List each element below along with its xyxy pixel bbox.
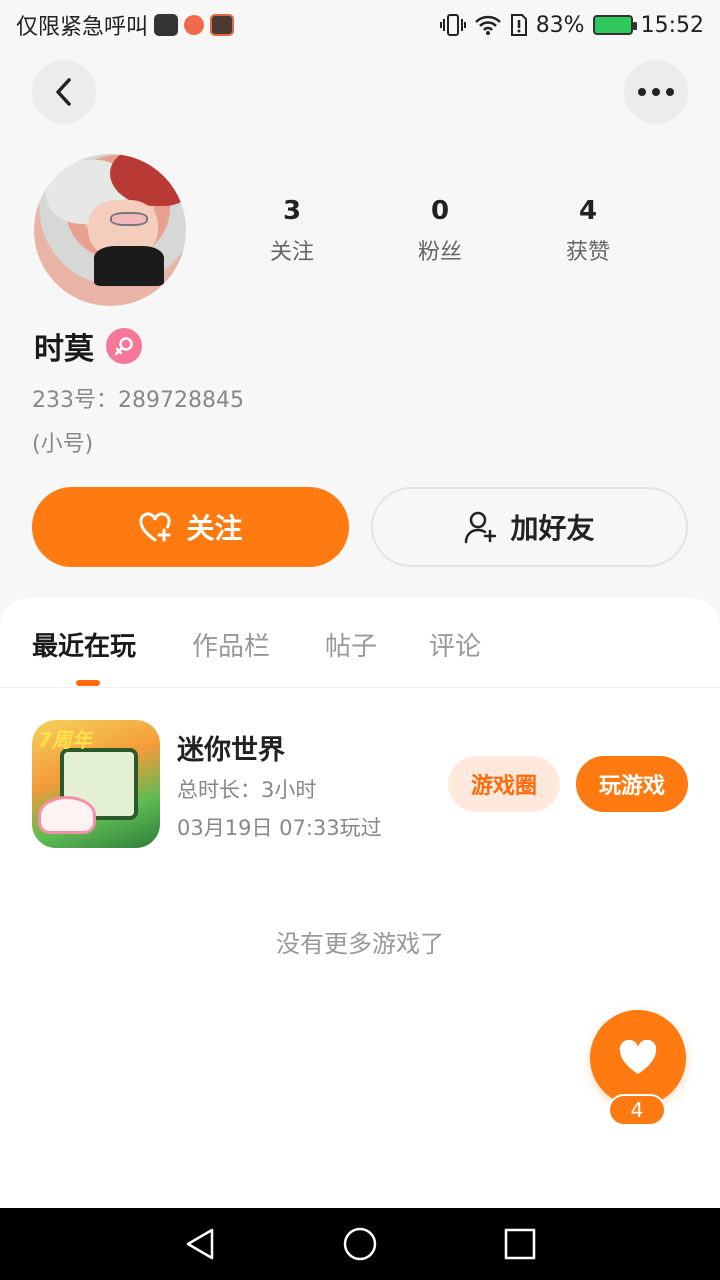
sim-alert-icon	[510, 13, 528, 37]
vibrate-icon	[439, 13, 466, 37]
stat-likes-value: 4	[578, 196, 598, 226]
chevron-left-icon	[56, 78, 71, 106]
stat-fans[interactable]: 0 粉丝	[380, 196, 500, 266]
carrier-text: 仅限紧急呼叫	[16, 15, 149, 40]
account-tag: (小号)	[32, 432, 94, 457]
battery-icon	[592, 15, 637, 35]
name-row: 时莫	[34, 324, 142, 368]
battery-percent: 83%	[535, 12, 585, 38]
clock: 15:52	[640, 12, 704, 38]
game-duration: 总时长：3小时	[177, 778, 317, 802]
tab-bar: 最近在玩 作品栏 帖子 评论	[0, 598, 720, 688]
add-user-icon	[465, 511, 497, 544]
wifi-icon	[474, 14, 502, 36]
stat-likes-label: 获赞	[565, 240, 610, 265]
stat-following-value: 3	[282, 196, 302, 226]
back-button[interactable]	[32, 60, 96, 124]
play-game-button[interactable]: 玩游戏	[576, 756, 688, 812]
more-dots-icon	[638, 88, 674, 96]
more-options-button[interactable]	[624, 60, 688, 124]
nav-recent-apps-icon[interactable]	[502, 1226, 538, 1262]
game-controller-icon	[154, 14, 179, 36]
game-icon[interactable]: 7周年	[32, 720, 160, 848]
game-circle-button[interactable]: 游戏圈	[448, 756, 560, 812]
stat-following[interactable]: 3 关注	[232, 196, 352, 266]
heart-plus-icon	[139, 512, 171, 542]
add-friend-button[interactable]: 加好友	[371, 487, 688, 567]
like-count-badge: 4	[608, 1094, 666, 1126]
system-nav-bar	[0, 1208, 720, 1280]
female-gender-icon	[106, 328, 142, 364]
add-friend-button-label: 加好友	[510, 512, 595, 545]
screen-record-icon	[210, 14, 235, 36]
stat-likes[interactable]: 4 获赞	[528, 196, 648, 266]
user-id: 233号：289728845	[32, 388, 244, 413]
game-list-item[interactable]: 7周年 迷你世界 总时长：3小时 03月19日 07:33玩过 游戏圈 玩游戏	[32, 718, 688, 848]
tab-posts[interactable]: 帖子	[325, 626, 377, 663]
nav-home-icon[interactable]	[342, 1226, 378, 1262]
game-icon-badge: 7周年	[38, 728, 92, 752]
status-bar: 仅限紧急呼叫 83% 15:52	[0, 0, 720, 50]
nav-back-icon[interactable]	[182, 1226, 218, 1262]
tab-works[interactable]: 作品栏	[192, 626, 270, 663]
tab-indicator	[76, 680, 100, 686]
follow-button[interactable]: 关注	[32, 487, 349, 567]
stat-following-label: 关注	[269, 240, 314, 265]
user-name: 时莫	[34, 332, 94, 367]
avatar[interactable]	[34, 154, 186, 306]
tab-comments[interactable]: 评论	[429, 626, 481, 663]
like-fab-button[interactable]	[590, 1010, 686, 1106]
stat-fans-value: 0	[430, 196, 450, 226]
app-notification-icon	[184, 15, 205, 35]
heart-icon	[619, 1040, 657, 1074]
tab-recently-played[interactable]: 最近在玩	[32, 626, 136, 663]
game-last-played: 03月19日 07:33玩过	[177, 816, 382, 840]
empty-list-text: 没有更多游戏了	[276, 930, 444, 958]
follow-button-label: 关注	[186, 512, 243, 545]
game-title: 迷你世界	[177, 735, 285, 766]
stat-fans-label: 粉丝	[417, 240, 462, 265]
